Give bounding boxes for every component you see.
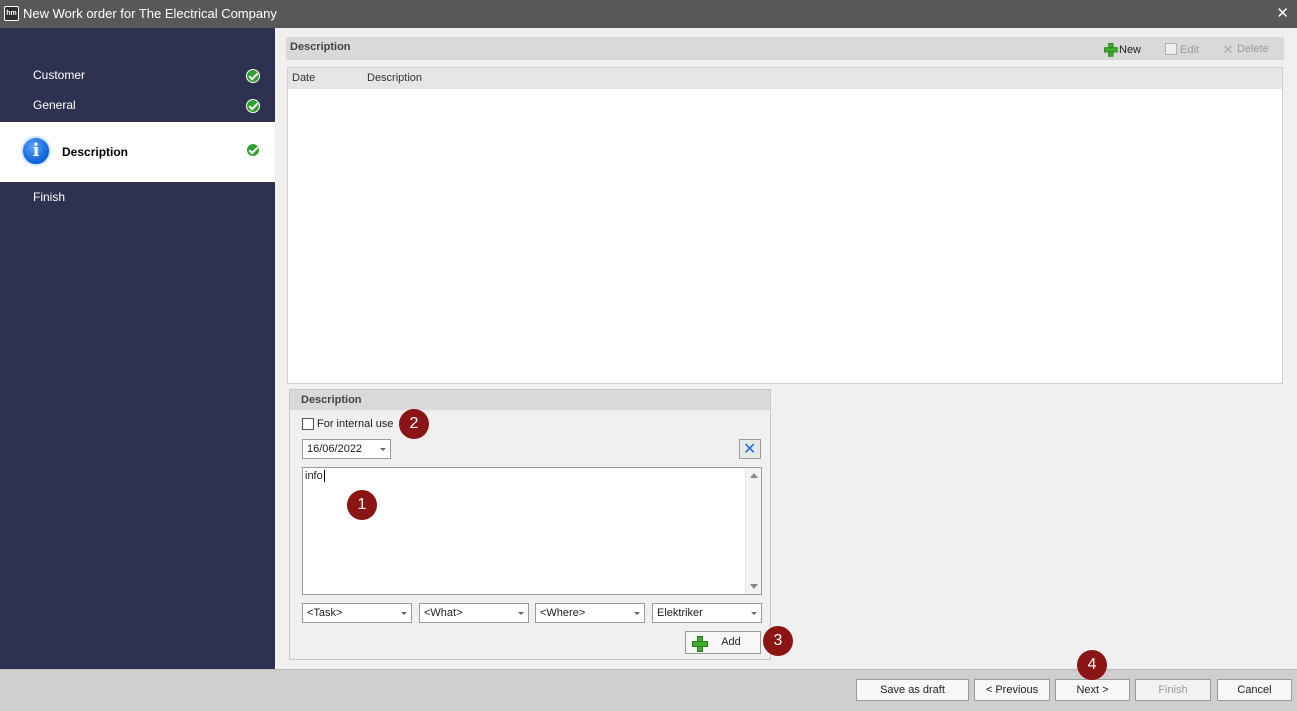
- table-header: Date Description: [288, 68, 1282, 89]
- scroll-down-icon[interactable]: [750, 584, 758, 589]
- window-title: New Work order for The Electrical Compan…: [23, 6, 277, 21]
- where-select-value: <Where>: [540, 607, 586, 619]
- trade-select-value: Elektriker: [657, 607, 703, 619]
- next-button[interactable]: Next >: [1055, 679, 1130, 701]
- delete-button-label: Delete: [1237, 43, 1269, 55]
- chevron-down-icon: [751, 612, 757, 615]
- clear-button[interactable]: ✕: [739, 439, 761, 459]
- column-header-description[interactable]: Description: [367, 72, 422, 84]
- clear-x-icon: ✕: [743, 441, 757, 458]
- edit-button[interactable]: Edit: [1165, 43, 1199, 56]
- new-button[interactable]: New: [1104, 43, 1142, 57]
- wizard-sidebar: Customer General i Description Finish: [0, 28, 275, 669]
- finish-button[interactable]: Finish: [1135, 679, 1211, 701]
- task-select[interactable]: <Task>: [302, 603, 412, 623]
- sidebar-item-label: Finish: [33, 190, 66, 204]
- editor-title: Description: [290, 390, 770, 410]
- add-button-label: Add: [721, 636, 741, 648]
- chevron-down-icon: [380, 448, 386, 451]
- cancel-button[interactable]: Cancel: [1217, 679, 1292, 701]
- annotation-badge-2: 2: [399, 409, 429, 439]
- internal-use-checkbox[interactable]: [302, 418, 314, 430]
- title-bar: hm New Work order for The Electrical Com…: [0, 0, 1297, 28]
- sidebar-item-label: Customer: [33, 68, 86, 82]
- panel-title: Description: [290, 41, 351, 53]
- text-cursor: [323, 470, 325, 482]
- delete-x-icon: ✕: [1222, 42, 1234, 57]
- new-button-label: New: [1119, 44, 1142, 56]
- sidebar-item-finish[interactable]: Finish: [0, 190, 275, 208]
- edit-button-label: Edit: [1180, 44, 1199, 56]
- sidebar-item-general[interactable]: General: [0, 98, 275, 116]
- sidebar-item-customer[interactable]: Customer: [0, 68, 275, 86]
- annotation-badge-3: 3: [763, 626, 793, 656]
- annotation-badge-4: 4: [1077, 650, 1107, 680]
- info-icon: i: [21, 136, 51, 166]
- sidebar-item-label: Description: [62, 145, 129, 159]
- pencil-icon: [1165, 43, 1177, 55]
- delete-button[interactable]: ✕ Delete: [1222, 43, 1269, 56]
- annotation-badge-1: 1: [347, 490, 377, 520]
- plus-icon: [1104, 43, 1118, 57]
- sidebar-item-label: General: [33, 98, 76, 112]
- what-select[interactable]: <What>: [419, 603, 529, 623]
- textarea-scrollbar[interactable]: [745, 468, 761, 594]
- close-icon[interactable]: ✕: [1276, 4, 1289, 22]
- app-logo-icon: hm: [4, 6, 19, 21]
- internal-use-label[interactable]: For internal use: [317, 418, 393, 430]
- trade-select[interactable]: Elektriker: [652, 603, 762, 623]
- date-picker[interactable]: 16/06/2022: [302, 439, 391, 459]
- save-as-draft-button[interactable]: Save as draft: [856, 679, 969, 701]
- chevron-down-icon: [518, 612, 524, 615]
- add-button[interactable]: Add: [685, 631, 761, 654]
- description-editor: Description For internal use 16/06/2022 …: [289, 389, 771, 660]
- description-textarea[interactable]: info: [302, 467, 762, 595]
- what-select-value: <What>: [424, 607, 463, 619]
- chevron-down-icon: [401, 612, 407, 615]
- description-list-header: Description New Edit ✕ Delete: [286, 37, 1284, 60]
- date-value: 16/06/2022: [307, 443, 363, 455]
- where-select[interactable]: <Where>: [535, 603, 645, 623]
- plus-icon: [692, 636, 708, 652]
- scroll-up-icon[interactable]: [750, 473, 758, 478]
- sidebar-item-description[interactable]: i Description: [0, 122, 275, 182]
- description-table[interactable]: Date Description: [287, 67, 1283, 384]
- chevron-down-icon: [634, 612, 640, 615]
- check-icon: [246, 143, 260, 157]
- previous-button[interactable]: < Previous: [974, 679, 1050, 701]
- check-icon: [246, 69, 260, 83]
- description-text: info: [305, 470, 323, 482]
- check-icon: [246, 99, 260, 113]
- column-header-date[interactable]: Date: [292, 72, 315, 84]
- task-select-value: <Task>: [307, 607, 343, 619]
